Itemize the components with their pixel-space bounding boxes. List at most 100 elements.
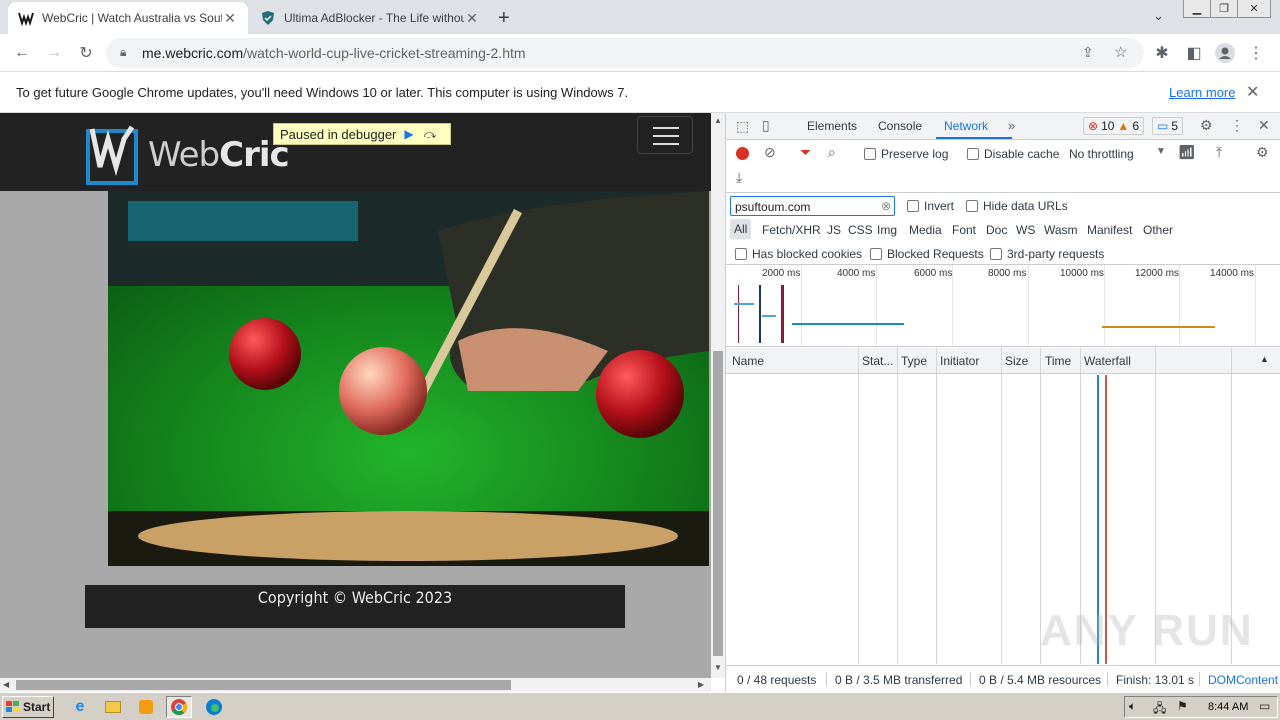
network-tray-icon[interactable]: 🖧︎ bbox=[1153, 699, 1166, 720]
network-settings-icon[interactable]: ⚙ bbox=[1256, 144, 1269, 161]
ie-icon[interactable]: e bbox=[67, 696, 93, 718]
blocked-requests-checkbox[interactable]: Blocked Requests bbox=[870, 247, 984, 261]
tab-webcric[interactable]: WebCric | Watch Australia vs South ✕ bbox=[8, 2, 248, 34]
share-icon[interactable]: ⇪ bbox=[1082, 44, 1094, 61]
close-devtools-icon[interactable]: ✕ bbox=[1258, 117, 1270, 134]
start-button[interactable]: Start bbox=[2, 696, 54, 718]
more-tabs-icon[interactable]: » bbox=[1008, 118, 1015, 133]
tick-label: 2000 ms bbox=[762, 268, 801, 279]
tab-elements[interactable]: Elements bbox=[807, 119, 857, 133]
scroll-down-icon[interactable]: ▼ bbox=[714, 663, 722, 672]
filter-type-css[interactable]: CSS bbox=[848, 223, 873, 237]
close-window-icon[interactable]: ✕ bbox=[1237, 0, 1271, 18]
import-har-icon[interactable]: ⤒ bbox=[1216, 144, 1222, 161]
extensions-icon[interactable]: ✱ bbox=[1150, 41, 1174, 65]
col-status[interactable]: Stat... bbox=[862, 354, 893, 368]
filter-type-all[interactable]: All bbox=[730, 219, 752, 239]
tab-network[interactable]: Network bbox=[944, 119, 988, 133]
resume-icon[interactable]: ▶︎ bbox=[404, 127, 413, 141]
network-conditions-icon[interactable]: 📶︎ bbox=[1178, 144, 1196, 161]
search-icon[interactable]: ⌕ bbox=[828, 144, 836, 161]
minimize-icon[interactable]: ▁ bbox=[1183, 0, 1211, 18]
filter-type-media[interactable]: Media bbox=[909, 223, 942, 237]
messages-badge[interactable]: ▭ 5 bbox=[1152, 117, 1184, 135]
learn-more-link[interactable]: Learn more bbox=[1169, 85, 1235, 100]
tab-console[interactable]: Console bbox=[878, 119, 922, 133]
dropdown-arrow-icon[interactable]: ▼ bbox=[1156, 146, 1166, 157]
hamburger-menu-button[interactable] bbox=[637, 116, 693, 154]
filter-type-font[interactable]: Font bbox=[952, 223, 976, 237]
hide-data-urls-checkbox[interactable]: Hide data URLs bbox=[966, 199, 1068, 213]
filter-type-ws[interactable]: WS bbox=[1016, 223, 1035, 237]
filter-type-wasm[interactable]: Wasm bbox=[1044, 223, 1078, 237]
vertical-scroll-thumb[interactable] bbox=[713, 351, 723, 656]
url-text[interactable]: me.webcric.com/watch-world-cup-live-cric… bbox=[142, 45, 526, 61]
action-center-flag-icon[interactable]: ⚑ bbox=[1177, 699, 1188, 713]
col-waterfall[interactable]: Waterfall bbox=[1084, 354, 1131, 368]
webcric-logo[interactable]: WebCric bbox=[86, 121, 290, 185]
disable-cache-checkbox[interactable]: Disable cache bbox=[967, 147, 1059, 161]
clear-icon[interactable]: ⊘ bbox=[764, 144, 776, 161]
side-panel-icon[interactable]: ◧ bbox=[1182, 41, 1206, 65]
tab-adblocker[interactable]: Ultima AdBlocker - The Life without A ✕ bbox=[250, 2, 490, 34]
device-toolbar-icon[interactable]: ▯ bbox=[762, 117, 770, 134]
step-over-icon[interactable]: ⤼ bbox=[424, 127, 437, 142]
third-party-requests-checkbox[interactable]: 3rd-party requests bbox=[990, 247, 1104, 261]
taskbar-clock[interactable]: 8:44 AM bbox=[1208, 701, 1248, 713]
filter-type-doc[interactable]: Doc bbox=[986, 223, 1007, 237]
filter-type-other[interactable]: Other bbox=[1143, 223, 1173, 237]
scroll-left-icon[interactable]: ◀ bbox=[3, 680, 9, 689]
col-initiator[interactable]: Initiator bbox=[940, 354, 979, 368]
clear-filter-icon[interactable]: ⊗ bbox=[881, 199, 891, 213]
show-desktop-icon[interactable]: ▭ bbox=[1259, 699, 1270, 713]
video-player[interactable] bbox=[108, 191, 709, 566]
close-infobar-icon[interactable]: ✕ bbox=[1246, 82, 1259, 102]
col-name[interactable]: Name bbox=[732, 354, 764, 368]
menu-kebab-icon[interactable]: ⋮ bbox=[1244, 41, 1268, 65]
page-vertical-scrollbar[interactable]: ▲ ▼ bbox=[711, 113, 725, 678]
throttling-select[interactable]: No throttling bbox=[1069, 147, 1134, 161]
filter-input[interactable]: psuftoum.com ⊗ bbox=[730, 196, 895, 216]
lock-icon[interactable]: 🔒︎ bbox=[120, 45, 126, 60]
new-tab-icon[interactable]: + bbox=[498, 7, 510, 30]
network-overview-timeline[interactable]: 2000 ms 4000 ms 6000 ms 8000 ms 10000 ms… bbox=[726, 265, 1280, 347]
scroll-right-icon[interactable]: ▶ bbox=[698, 680, 704, 689]
col-size[interactable]: Size bbox=[1005, 354, 1028, 368]
filter-type-manifest[interactable]: Manifest bbox=[1087, 223, 1132, 237]
close-tab-icon[interactable]: ✕ bbox=[222, 10, 238, 27]
filter-type-fetch[interactable]: Fetch/XHR bbox=[762, 223, 821, 237]
has-blocked-cookies-checkbox[interactable]: Has blocked cookies bbox=[735, 247, 862, 261]
filter-type-img[interactable]: Img bbox=[877, 223, 897, 237]
sort-ascending-icon[interactable]: ▲ bbox=[1260, 354, 1269, 364]
issues-badge[interactable]: ⊗ 10 ▲ 6 bbox=[1083, 117, 1144, 135]
page-horizontal-scrollbar[interactable]: ◀ ▶ bbox=[0, 678, 711, 692]
volume-icon[interactable]: 🔈︎ bbox=[1129, 699, 1136, 714]
address-bar[interactable]: 🔒︎ me.webcric.com/watch-world-cup-live-c… bbox=[106, 38, 1144, 68]
forward-icon[interactable]: → bbox=[42, 41, 66, 65]
preserve-log-checkbox[interactable]: Preserve log bbox=[864, 147, 948, 161]
site-footer: Copyright © WebCric 2023 bbox=[85, 585, 625, 628]
close-tab-icon[interactable]: ✕ bbox=[464, 10, 480, 27]
scroll-up-icon[interactable]: ▲ bbox=[714, 116, 722, 125]
explorer-folder-icon[interactable] bbox=[100, 696, 126, 718]
media-player-icon[interactable] bbox=[133, 696, 159, 718]
devtools-menu-icon[interactable]: ⋮ bbox=[1230, 117, 1244, 134]
reload-icon[interactable]: ↻ bbox=[74, 41, 98, 65]
profile-icon[interactable] bbox=[1213, 41, 1237, 65]
filter-icon[interactable]: ⏷ bbox=[800, 144, 811, 161]
chrome-icon[interactable] bbox=[166, 696, 192, 718]
col-time[interactable]: Time bbox=[1045, 354, 1071, 368]
export-har-icon[interactable]: ⤓ bbox=[736, 169, 742, 186]
invert-checkbox[interactable]: Invert bbox=[907, 199, 954, 213]
filter-type-js[interactable]: JS bbox=[827, 223, 841, 237]
col-type[interactable]: Type bbox=[901, 354, 927, 368]
inspect-element-icon[interactable]: ⬚ bbox=[736, 118, 749, 135]
bookmark-star-icon[interactable]: ☆ bbox=[1114, 43, 1127, 61]
horizontal-scroll-thumb[interactable] bbox=[16, 680, 511, 690]
edge-icon[interactable] bbox=[201, 696, 227, 718]
settings-gear-icon[interactable]: ⚙ bbox=[1200, 117, 1213, 134]
record-icon[interactable] bbox=[736, 147, 749, 160]
tab-search-icon[interactable]: ⌄ bbox=[1153, 8, 1164, 24]
restore-icon[interactable]: ❐ bbox=[1210, 0, 1238, 18]
back-icon[interactable]: ← bbox=[10, 41, 34, 65]
